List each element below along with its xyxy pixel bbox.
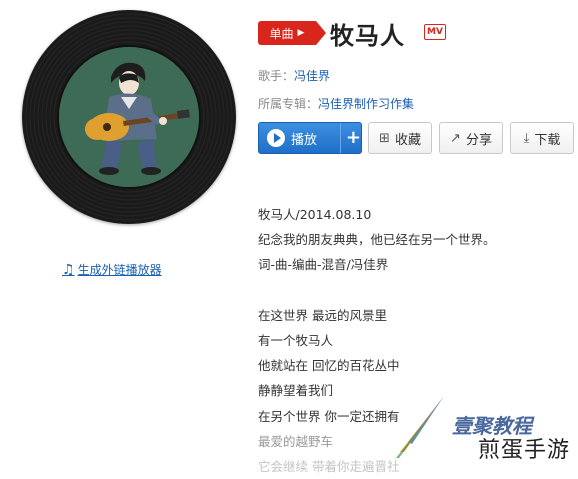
play-button[interactable]: 播放 (259, 123, 335, 153)
watermark-main: 煎蛋手游 (478, 438, 571, 463)
single-badge-label: 单曲 (269, 26, 294, 41)
download-icon: ⤓ (523, 130, 530, 146)
download-button[interactable]: ⤓ 下载 (510, 122, 574, 154)
generate-player-link[interactable]: ♫ 生成外链播放器 (62, 261, 162, 278)
play-button-label: 播放 (291, 132, 318, 148)
album-link[interactable]: 冯佳界制作习作集 (318, 97, 414, 111)
share-label: 分享 (465, 132, 492, 148)
share-button[interactable]: ↗ 分享 (439, 122, 503, 154)
album-cover-record (22, 10, 236, 224)
play-arrow-icon: ▶ (297, 28, 305, 38)
song-title: 牧马人 (330, 22, 405, 50)
play-button-group: 播放 + (258, 122, 362, 154)
album-art (57, 45, 201, 189)
favorite-button[interactable]: ⊞ 收藏 (368, 122, 432, 154)
lyric-line (258, 278, 568, 303)
lyric-line: 有一个牧马人 (258, 332, 334, 348)
lyric-line: 在这世界 最远的风景里 (258, 307, 387, 323)
artist-link[interactable]: 冯佳界 (294, 69, 330, 83)
favorite-icon: ⊞ (379, 130, 390, 146)
artist-row: 歌手：冯佳界 (258, 67, 330, 84)
add-to-playlist-button[interactable]: + (346, 123, 361, 153)
play-button-divider (339, 123, 341, 153)
player-link-label: 生成外链播放器 (77, 263, 162, 277)
single-badge: 单曲 ▶ (258, 21, 326, 45)
favorite-label: 收藏 (394, 132, 421, 148)
album-row: 所属专辑：冯佳界制作习作集 (258, 95, 414, 112)
lyric-line: 词-曲-编曲-混音/冯佳界 (258, 257, 389, 273)
download-label: 下载 (534, 132, 561, 148)
album-label: 所属专辑： (258, 97, 319, 111)
music-note-icon: ♫ (62, 261, 75, 278)
mv-icon[interactable]: MV (424, 24, 446, 40)
play-circle-icon (267, 129, 285, 147)
share-icon: ↗ (450, 130, 461, 146)
lyric-line: 纪念我的朋友典典，他已经在另一个世界。 (258, 232, 496, 248)
artist-label: 歌手： (258, 69, 295, 83)
watermark-brush-icon (396, 396, 444, 458)
lyric-line: 牧马人/2014.08.10 (258, 207, 372, 222)
lyric-line: 他就站在 回忆的百花丛中 (258, 358, 400, 374)
